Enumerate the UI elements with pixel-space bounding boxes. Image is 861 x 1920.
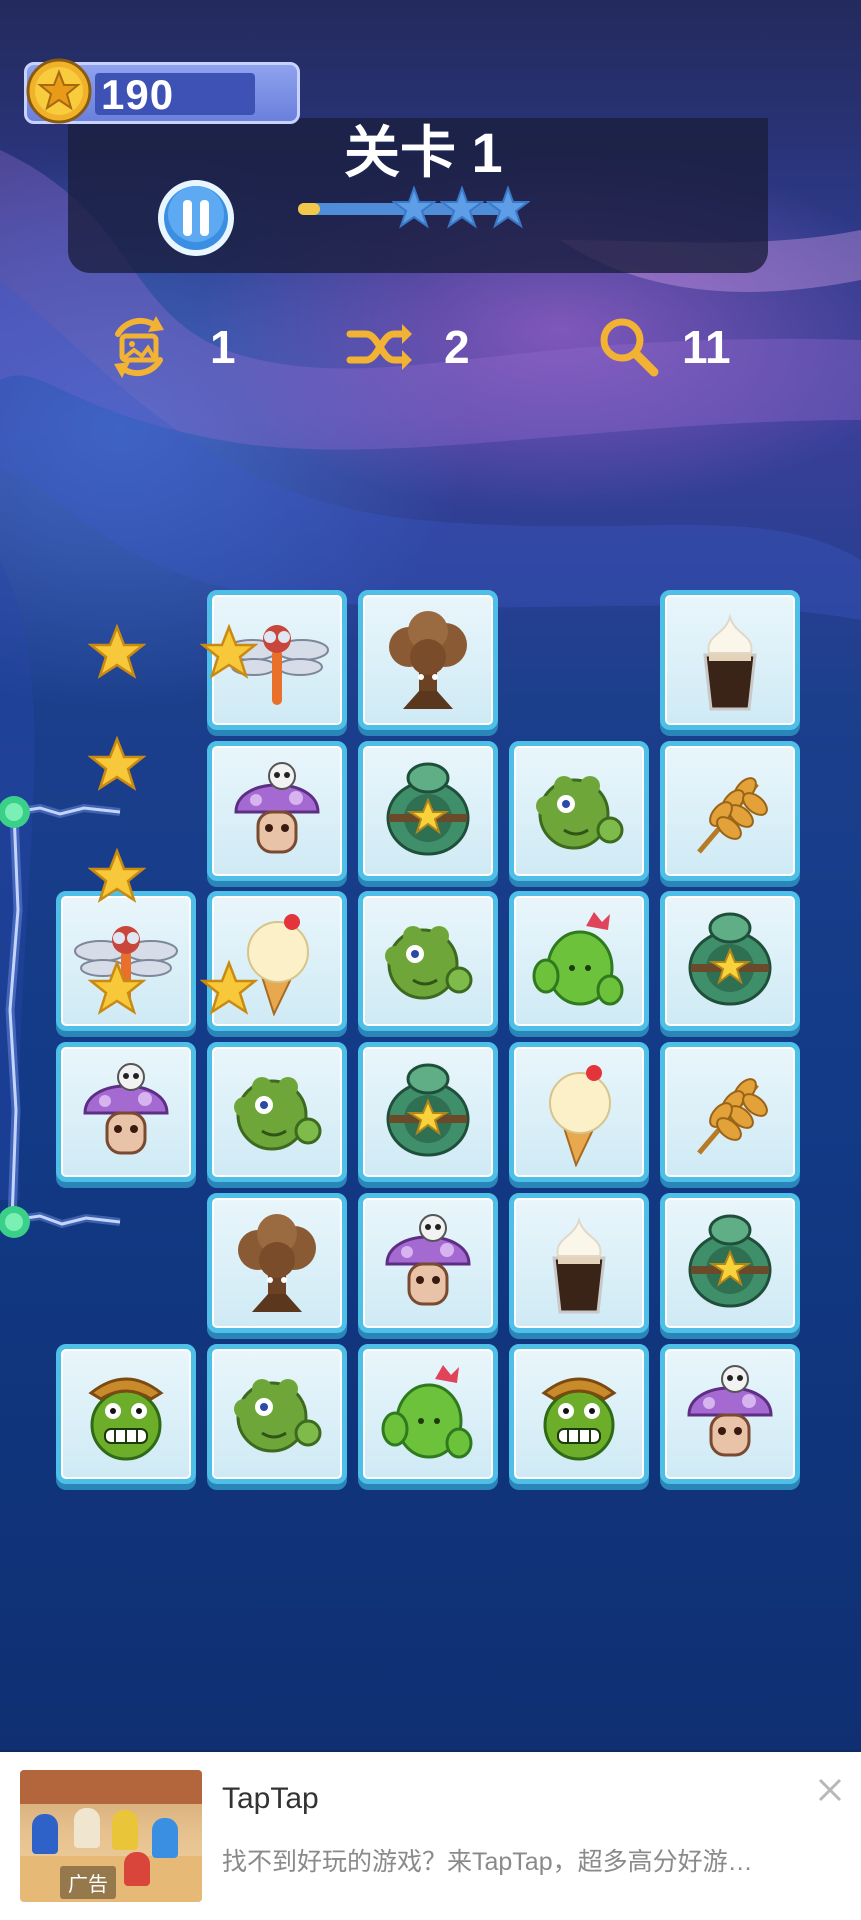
hint-count: 11 [682, 321, 731, 373]
ice-cream-icon [549, 1065, 611, 1167]
tile-tree[interactable] [207, 1193, 347, 1333]
level-title: 关卡 1 [344, 121, 503, 184]
turtle-icon [386, 1063, 470, 1157]
tile-mushroom[interactable] [660, 1344, 800, 1484]
ad-banner[interactable]: 广告 TapTap 找不到好玩的游戏？来TapTap，超多高分好游… [0, 1752, 861, 1920]
cactus-icon [381, 1365, 473, 1459]
coin-star-icon [26, 58, 92, 124]
coffee-icon [703, 613, 757, 711]
ad-thumbnail[interactable]: 广告 [20, 1770, 202, 1902]
tile-mushroom[interactable] [358, 1193, 498, 1333]
progress-star-icon [486, 186, 530, 229]
tile-cactus-monster[interactable] [509, 1344, 649, 1484]
hint-star-icon [200, 624, 258, 679]
green-monster-icon [536, 776, 624, 850]
ad-description[interactable]: 找不到好玩的游戏？来TapTap，超多高分好游… [222, 1842, 753, 1878]
level-progress-fill [298, 203, 320, 215]
turtle-icon [386, 762, 470, 856]
mushroom-icon [687, 1365, 773, 1457]
tile-ice-cream[interactable] [509, 1042, 649, 1182]
hint-tool[interactable]: 11 [594, 312, 744, 382]
progress-star-icon [392, 186, 436, 229]
magnifier-icon [600, 318, 659, 377]
shuffle-tool[interactable]: 2 [344, 312, 484, 382]
hint-star-icon [88, 736, 146, 791]
tile-mushroom[interactable] [56, 1042, 196, 1182]
cactus-icon [532, 912, 624, 1006]
refresh-image-icon [114, 316, 164, 378]
tile-mushroom[interactable] [207, 741, 347, 881]
tile-green-monster[interactable] [207, 1042, 347, 1182]
tree-icon [389, 611, 467, 709]
coin-count: 190 [101, 71, 175, 118]
close-icon[interactable] [810, 1770, 850, 1810]
wheat-icon [697, 777, 768, 854]
tile-wheat[interactable] [660, 1042, 800, 1182]
cactus-monster-icon [88, 1377, 164, 1461]
shuffle-count: 2 [444, 321, 470, 373]
green-monster-icon [385, 926, 473, 1000]
ad-title[interactable]: TapTap [222, 1782, 319, 1816]
green-monster-icon [234, 1077, 322, 1151]
mushroom-icon [83, 1063, 169, 1155]
tree-icon [238, 1214, 316, 1312]
cactus-monster-icon [541, 1377, 617, 1461]
tile-wheat[interactable] [660, 741, 800, 881]
hint-star-icon [88, 624, 146, 679]
turtle-icon [688, 1214, 772, 1308]
tile-coffee[interactable] [660, 590, 800, 730]
tile-turtle[interactable] [660, 1193, 800, 1333]
tile-coffee[interactable] [509, 1193, 649, 1333]
refresh-picture-tool[interactable]: 1 [104, 312, 244, 382]
tile-turtle[interactable] [660, 891, 800, 1031]
mushroom-icon [385, 1214, 471, 1306]
tile-green-monster[interactable] [207, 1344, 347, 1484]
tile-cactus[interactable] [509, 891, 649, 1031]
tile-green-monster[interactable] [509, 741, 649, 881]
refresh-picture-count: 1 [210, 321, 236, 373]
tile-turtle[interactable] [358, 1042, 498, 1182]
ad-tag: 广告 [60, 1866, 116, 1899]
mushroom-icon [234, 762, 320, 854]
progress-star-icon [440, 186, 484, 229]
hint-star-icon [200, 960, 258, 1015]
tile-green-monster[interactable] [358, 891, 498, 1031]
pause-button[interactable] [156, 178, 236, 258]
turtle-icon [688, 912, 772, 1006]
tile-cactus[interactable] [358, 1344, 498, 1484]
coffee-icon [552, 1216, 606, 1314]
shuffle-icon [346, 324, 412, 370]
tile-cactus-monster[interactable] [56, 1344, 196, 1484]
tile-tree[interactable] [358, 590, 498, 730]
wheat-icon [697, 1078, 768, 1155]
hint-star-icon [88, 848, 146, 903]
hint-star-icon [88, 960, 146, 1015]
green-monster-icon [234, 1379, 322, 1453]
tile-turtle[interactable] [358, 741, 498, 881]
